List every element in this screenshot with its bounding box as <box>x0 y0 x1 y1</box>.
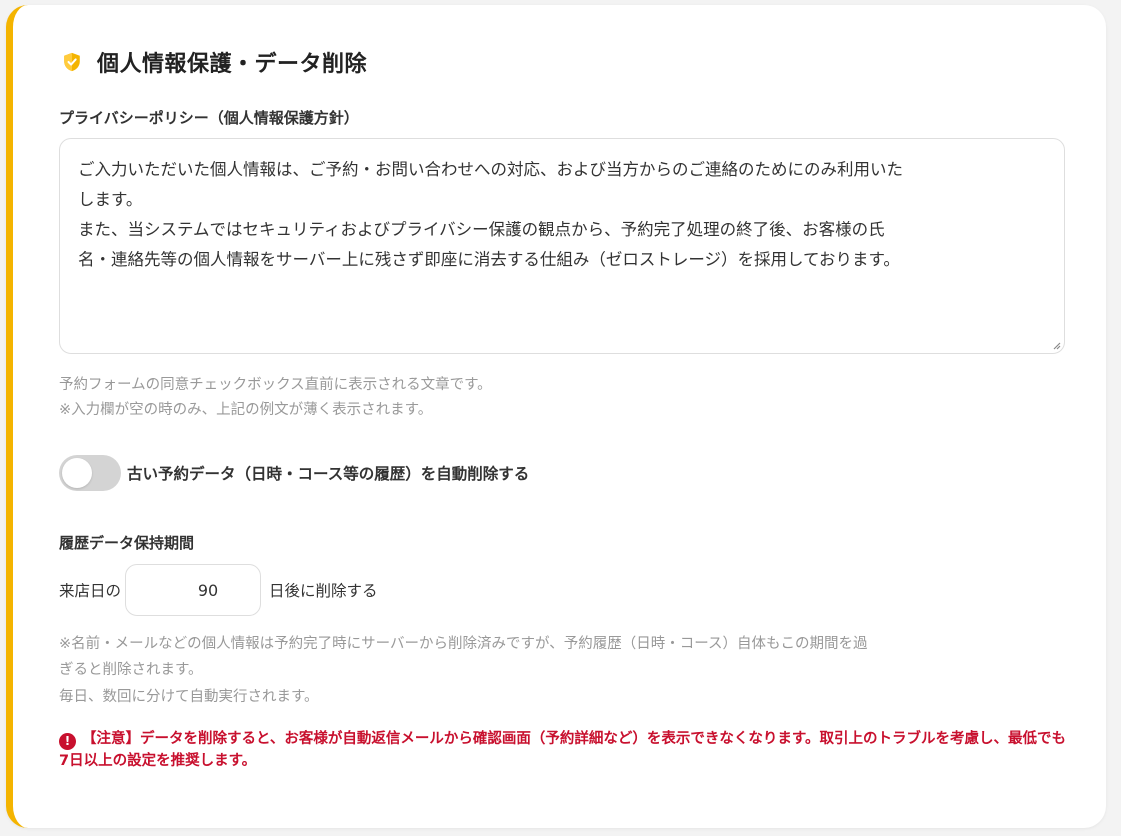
auto-delete-label: 古い予約データ（日時・コース等の履歴）を自動削除する <box>127 465 530 483</box>
warning-message: ! 【注意】データを削除すると、お客様が自動返信メールから確認画面（予約詳細など）… <box>59 728 1069 772</box>
section-header: 個人情報保護・データ削除 <box>61 46 367 78</box>
retention-note-line3: 毎日、数回に分けて自動実行されます。 <box>59 689 319 705</box>
retention-prefix: 来店日の <box>59 582 122 600</box>
retention-days-input[interactable] <box>125 564 262 616</box>
privacy-settings-card: 個人情報保護・データ削除 プライバシーポリシー（個人情報保護方針） ご入力いただ… <box>6 5 1106 828</box>
policy-text-line: 名・連絡先等の個人情報をサーバー上に残さず即座に消去する仕組み（ゼロストレージ）… <box>78 250 900 269</box>
retention-suffix: 日後に削除する <box>269 582 378 600</box>
policy-hint-line2: ※入力欄が空の時のみ、上記の例文が薄く表示されます。 <box>59 402 433 418</box>
exclamation-icon: ! <box>59 733 76 750</box>
policy-hint-line1: 予約フォームの同意チェックボックス直前に表示される文章です。 <box>59 377 492 393</box>
auto-delete-toggle[interactable] <box>59 455 121 491</box>
retention-label: 履歴データ保持期間 <box>59 534 195 552</box>
retention-row: 来店日の 日後に削除する <box>59 564 378 616</box>
shield-icon <box>64 52 80 72</box>
policy-text-line: また、当システムではセキュリティおよびプライバシー保護の観点から、予約完了処理の… <box>78 220 885 239</box>
retention-note-line1: ※名前・メールなどの個人情報は予約完了時にサーバーから削除済みですが、予約履歴（… <box>59 636 868 652</box>
auto-delete-row: 古い予約データ（日時・コース等の履歴）を自動削除する <box>59 455 529 491</box>
toggle-knob <box>62 458 92 488</box>
warning-text: 【注意】データを削除すると、お客様が自動返信メールから確認画面（予約詳細など）を… <box>59 731 1066 769</box>
retention-note-line2: ぎると削除されます。 <box>59 662 203 678</box>
privacy-policy-label: プライバシーポリシー（個人情報保護方針） <box>59 109 359 127</box>
privacy-policy-textarea[interactable]: ご入力いただいた個人情報は、ご予約・お問い合わせへの対応、および当方からのご連絡… <box>59 138 1065 354</box>
resize-handle-icon[interactable] <box>1051 340 1061 350</box>
policy-text-line: ご入力いただいた個人情報は、ご予約・お問い合わせへの対応、および当方からのご連絡… <box>78 160 903 179</box>
section-title: 個人情報保護・データ削除 <box>97 52 368 77</box>
policy-text-line: します。 <box>78 190 143 209</box>
